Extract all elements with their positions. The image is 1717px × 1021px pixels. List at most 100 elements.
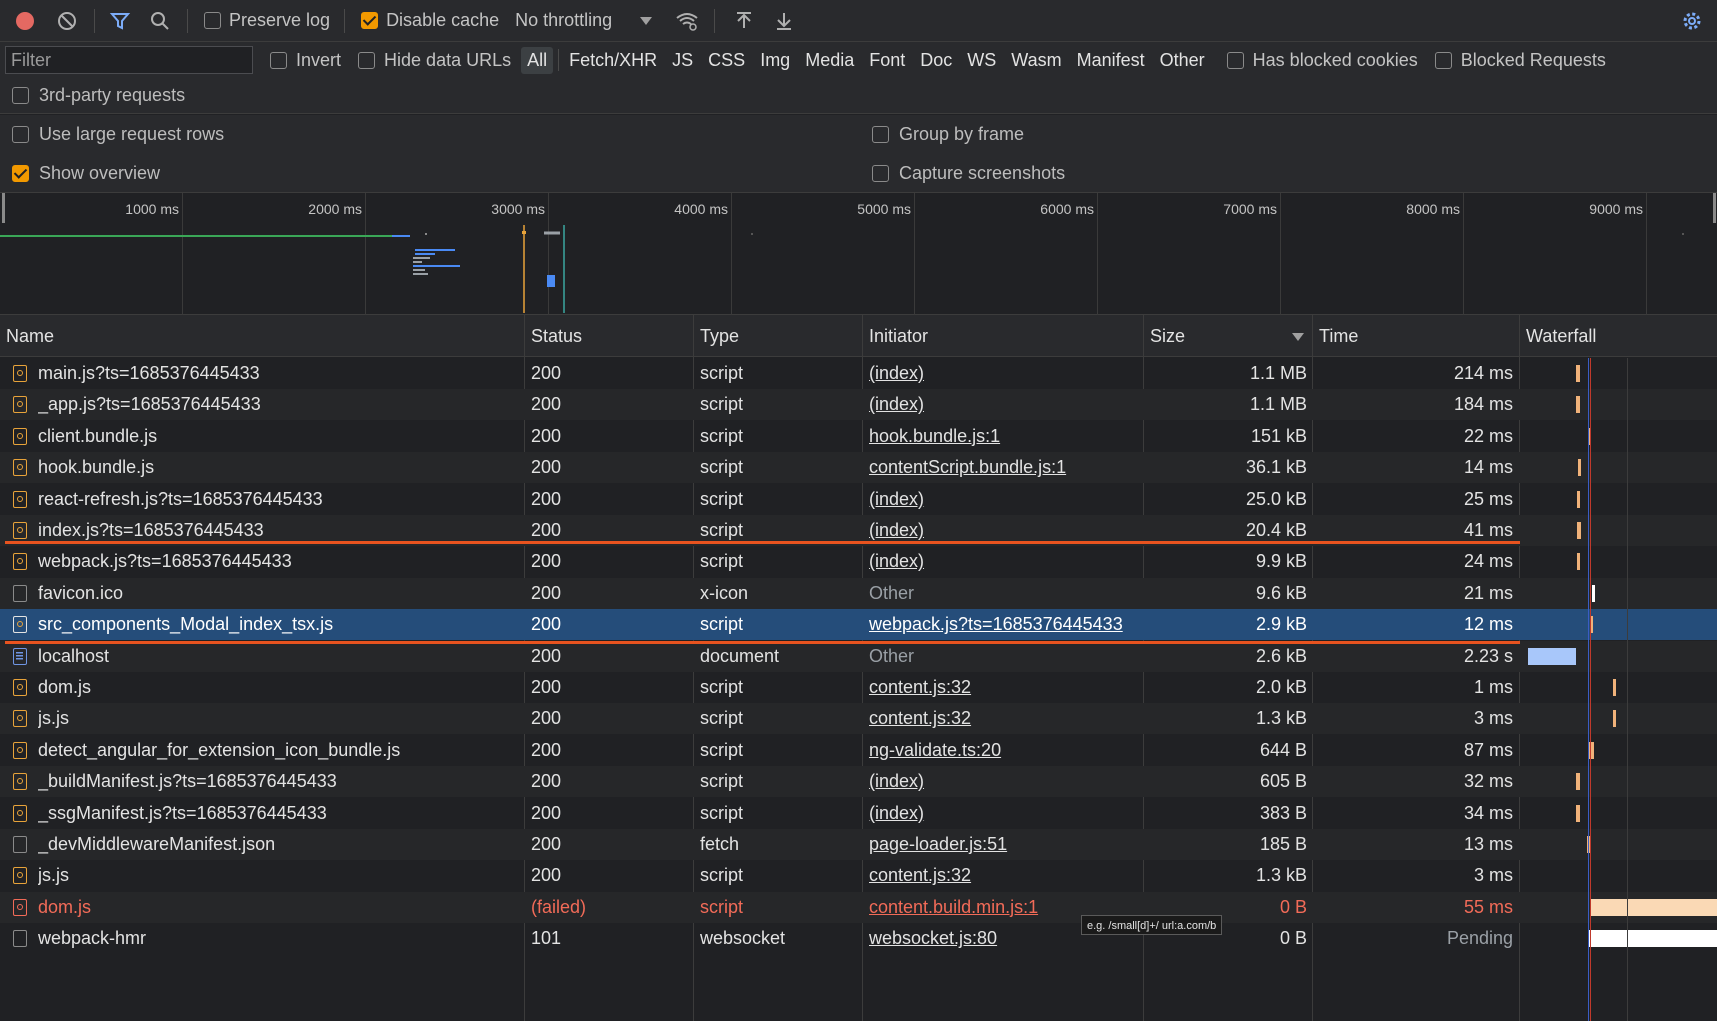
has-blocked-cookies-toggle[interactable]: Has blocked cookies — [1226, 50, 1418, 71]
request-initiator[interactable]: contentScript.bundle.js:1 — [869, 452, 1137, 483]
request-initiator[interactable]: content.js:32 — [869, 860, 1137, 891]
request-type: script — [700, 677, 744, 697]
table-row[interactable]: hook.bundle.js 200 script contentScript.bun… — [0, 452, 1717, 484]
type-filter-ws[interactable]: WS — [961, 47, 1002, 74]
table-header: Name Status Type Initiator Size Time Wat… — [0, 315, 1717, 357]
table-row[interactable]: js.js 200 script content.js:32 1.3 kB 3 ms — [0, 860, 1717, 891]
table-row[interactable]: webpack.js?ts=1685376445433 200 script (ind… — [0, 546, 1717, 577]
blocked-requests-toggle[interactable]: Blocked Requests — [1434, 49, 1606, 71]
blocked-requests-checkbox[interactable] — [1434, 51, 1452, 69]
show-overview-checkbox[interactable] — [12, 165, 29, 182]
preserve-log-checkbox[interactable] — [204, 12, 221, 29]
export-har-icon[interactable] — [771, 8, 797, 34]
request-status: 200 — [531, 708, 562, 729]
table-row[interactable]: main.js?ts=1685376445433 200 script (index)… — [0, 358, 1717, 389]
request-initiator[interactable]: (index) — [869, 389, 1137, 420]
highlight-marker-line — [5, 641, 1520, 644]
network-conditions-icon[interactable] — [674, 8, 700, 34]
column-header-status[interactable]: Status — [525, 315, 582, 357]
table-row[interactable]: dom.js 200 script content.js:32 2.0 kB 1 ms — [0, 672, 1717, 703]
filter-icon[interactable] — [107, 8, 133, 34]
invert-toggle[interactable]: Invert — [270, 50, 341, 71]
request-type: script — [700, 614, 744, 635]
table-row[interactable]: client.bundle.js 200 script hook.bundle.js:… — [0, 421, 1717, 452]
table-row[interactable]: src_components_Modal_index_tsx.js 200 scri… — [0, 609, 1717, 641]
type-filter-css[interactable]: CSS — [702, 47, 751, 74]
request-name: js.js — [38, 708, 69, 729]
import-har-icon[interactable] — [731, 8, 757, 34]
request-initiator[interactable]: content.js:32 — [869, 703, 1137, 734]
request-initiator[interactable]: page-loader.js:51 — [869, 829, 1137, 860]
gear-icon[interactable] — [1679, 8, 1705, 34]
filter-input[interactable] — [5, 46, 253, 74]
request-status: 200 — [531, 739, 562, 760]
throttling-select[interactable]: No throttling — [515, 10, 653, 31]
request-name: _ssgManifest.js?ts=1685376445433 — [38, 802, 327, 823]
request-initiator[interactable]: ng-validate.ts:20 — [869, 735, 1137, 766]
type-filter-font[interactable]: Font — [863, 47, 911, 74]
preserve-log-toggle[interactable]: Preserve log — [204, 10, 330, 31]
hide-data-urls-toggle[interactable]: Hide data URLs — [358, 50, 511, 71]
type-filter-media[interactable]: Media — [799, 47, 860, 74]
waterfall-bar — [1576, 773, 1580, 791]
table-row[interactable]: _devMiddlewareManifest.json 200 fetch page-… — [0, 829, 1717, 860]
table-row[interactable]: _buildManifest.js?ts=1685376445433 200 scr… — [0, 766, 1717, 798]
file-type-icon — [13, 773, 27, 791]
capture-screenshots-checkbox[interactable] — [872, 165, 889, 182]
request-initiator[interactable]: webpack.js?ts=1685376445433 — [869, 609, 1134, 640]
has-blocked-cookies-checkbox[interactable] — [1226, 51, 1244, 69]
third-party-checkbox[interactable] — [12, 87, 29, 104]
type-filter-img[interactable]: Img — [754, 47, 796, 74]
group-by-frame-checkbox[interactable] — [872, 126, 889, 143]
table-row[interactable]: dom.js (failed) script content.build.min.js… — [0, 891, 1717, 923]
type-filter-fetch-xhr[interactable]: Fetch/XHR — [563, 47, 663, 74]
type-filter-doc[interactable]: Doc — [914, 47, 958, 74]
request-size: 9.6 kB — [1255, 582, 1307, 603]
column-header-time[interactable]: Time — [1313, 315, 1358, 357]
large-rows-toggle[interactable]: Use large request rows — [12, 124, 224, 145]
type-filter-manifest[interactable]: Manifest — [1071, 47, 1151, 74]
table-row[interactable]: detect_angular_for_extension_icon_bundle… — [0, 735, 1717, 766]
request-status: 101 — [531, 928, 562, 949]
type-filter-js[interactable]: JS — [666, 47, 699, 74]
capture-screenshots-toggle[interactable]: Capture screenshots — [872, 163, 1065, 184]
show-overview-toggle[interactable]: Show overview — [12, 163, 160, 184]
type-filter-all[interactable]: All — [521, 46, 554, 74]
third-party-toggle[interactable]: 3rd-party requests — [12, 85, 185, 106]
hide-data-urls-checkbox[interactable] — [358, 51, 376, 69]
search-icon[interactable] — [147, 8, 173, 34]
table-row[interactable]: js.js 200 script content.js:32 1.3 kB 3 ms — [0, 703, 1717, 735]
table-row[interactable]: favicon.ico 200 x-icon Other 9.6 kB 21 ms — [0, 577, 1717, 609]
disable-cache-checkbox[interactable] — [361, 12, 379, 29]
disable-cache-toggle[interactable]: Disable cache — [361, 10, 499, 31]
network-overview[interactable]: 1000 ms 2000 ms 3000 ms 4000 ms 5000 ms … — [0, 193, 1717, 315]
request-initiator[interactable]: (index) — [869, 546, 1137, 577]
column-header-size[interactable]: Size — [1144, 315, 1185, 357]
blocked-requests-label: Blocked Requests — [1460, 49, 1606, 70]
clear-icon[interactable] — [54, 8, 80, 34]
request-initiator[interactable]: content.js:32 — [869, 672, 1137, 703]
record-icon[interactable] — [12, 8, 38, 34]
column-header-waterfall[interactable]: Waterfall — [1520, 315, 1596, 357]
table-row[interactable]: _ssgManifest.js?ts=1685376445433 200 scrip… — [0, 798, 1717, 829]
type-filter-wasm[interactable]: Wasm — [1005, 47, 1067, 74]
request-initiator[interactable]: (index) — [869, 798, 1137, 829]
table-row[interactable]: _app.js?ts=1685376445433 200 script (index)… — [0, 389, 1717, 421]
large-rows-checkbox[interactable] — [12, 126, 29, 143]
request-initiator[interactable]: (index) — [869, 484, 1137, 515]
request-size: 1.1 MB — [1249, 394, 1307, 415]
table-row[interactable]: webpack-hmr 101 websocket websocket.js:80 0 … — [0, 923, 1717, 954]
request-initiator[interactable]: hook.bundle.js:1 — [869, 421, 1137, 452]
column-header-initiator[interactable]: Initiator — [863, 315, 928, 357]
invert-checkbox[interactable] — [270, 51, 287, 69]
column-header-name[interactable]: Name — [0, 315, 54, 357]
type-filter-other[interactable]: Other — [1154, 47, 1211, 74]
group-by-frame-toggle[interactable]: Group by frame — [872, 124, 1024, 145]
column-header-type[interactable]: Type — [694, 315, 739, 357]
request-initiator[interactable]: (index) — [869, 358, 1137, 389]
table-row[interactable]: localhost 200 document Other 2.6 kB 2.23 s — [0, 640, 1717, 672]
table-row[interactable]: react-refresh.js?ts=1685376445433 200 scri… — [0, 484, 1717, 515]
request-initiator[interactable]: (index) — [869, 766, 1137, 797]
waterfall-bar — [1576, 396, 1580, 414]
highlight-marker-line — [5, 541, 1520, 544]
